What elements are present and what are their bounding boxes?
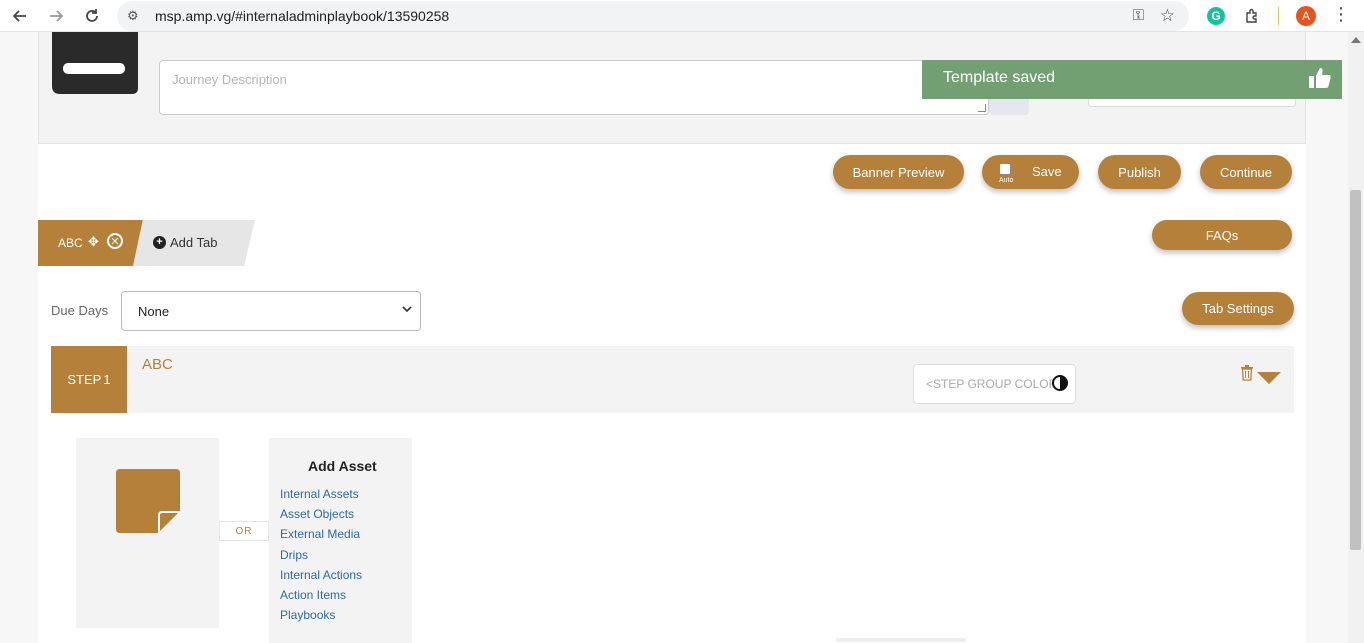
- add-asset-heading: Add Asset: [308, 458, 377, 474]
- caret-down-icon[interactable]: [1257, 372, 1281, 384]
- due-days-value: None: [138, 304, 170, 319]
- chevron-down-icon: [402, 304, 412, 316]
- step-group-row: STEP 1 ABC <STEP GROUP COLOR>: [51, 346, 1294, 413]
- add-tab-button[interactable]: + Add Tab: [133, 220, 255, 266]
- asset-option-internal-assets[interactable]: Internal Assets: [280, 487, 362, 507]
- due-days-label: Due Days: [51, 303, 109, 318]
- step-badge: STEP 1: [51, 346, 127, 413]
- scroll-up-arrow-icon[interactable]: [1351, 37, 1361, 43]
- browser-toolbar: ⚙ msp.amp.vg/#internaladminplaybook/1359…: [0, 0, 1364, 32]
- continue-button[interactable]: Continue: [1200, 155, 1292, 189]
- step-label: STEP: [67, 372, 102, 387]
- template-saved-toast: Template saved: [922, 60, 1342, 99]
- or-divider: OR: [219, 521, 269, 541]
- extensions-puzzle-icon[interactable]: [1241, 5, 1263, 27]
- thumbs-up-icon: [1309, 68, 1331, 88]
- asset-option-internal-actions[interactable]: Internal Actions: [280, 568, 362, 588]
- asset-option-playbooks[interactable]: Playbooks: [280, 608, 362, 628]
- step-number: 1: [103, 372, 111, 387]
- toast-message: Template saved: [943, 69, 1056, 86]
- journey-book-icon: [52, 32, 138, 94]
- site-settings-icon[interactable]: ⚙: [127, 8, 143, 24]
- asset-drop-tile[interactable]: [76, 438, 219, 628]
- save-button[interactable]: Auto Save: [982, 155, 1079, 189]
- left-gutter: [0, 32, 38, 643]
- asset-option-action-items[interactable]: Action Items: [280, 588, 362, 608]
- asset-option-drips[interactable]: Drips: [280, 548, 362, 568]
- bottom-partial-element: [836, 638, 966, 642]
- address-bar[interactable]: ⚙ msp.amp.vg/#internaladminplaybook/1359…: [117, 1, 1189, 31]
- auto-save-label: Auto: [999, 177, 1014, 184]
- tab-settings-button[interactable]: Tab Settings: [1182, 292, 1294, 325]
- save-label: Save: [1032, 164, 1062, 179]
- due-days-select[interactable]: None: [121, 291, 421, 331]
- key-icon[interactable]: ⚿: [1133, 7, 1144, 24]
- browser-menu-icon[interactable]: ⋮: [1332, 4, 1350, 25]
- add-asset-options: Internal Assets Asset Objects External M…: [280, 487, 362, 628]
- bookmark-star-icon[interactable]: ☆: [1160, 6, 1175, 26]
- reload-icon[interactable]: [80, 4, 104, 28]
- back-icon[interactable]: [8, 4, 32, 28]
- forward-icon[interactable]: [44, 4, 68, 28]
- page-content: Journey Description Template saved Banne…: [0, 32, 1348, 643]
- plus-circle-icon: +: [153, 236, 166, 249]
- right-gutter: [1306, 32, 1348, 643]
- asset-option-asset-objects[interactable]: Asset Objects: [280, 507, 362, 527]
- add-asset-panel: Add Asset Internal Assets Asset Objects …: [269, 438, 412, 643]
- grammarly-extension-icon[interactable]: G: [1205, 5, 1227, 27]
- journey-description-input[interactable]: Journey Description: [159, 60, 989, 115]
- publish-button[interactable]: Publish: [1098, 155, 1181, 189]
- add-tab-label: Add Tab: [170, 235, 218, 250]
- url-text[interactable]: msp.amp.vg/#internaladminplaybook/135902…: [155, 8, 449, 24]
- step-group-color-placeholder: <STEP GROUP COLOR>: [926, 377, 1065, 391]
- tab-label: ABC: [58, 236, 83, 250]
- expand-arrows-icon[interactable]: ✥: [88, 234, 99, 250]
- toolbar-divider: [1278, 7, 1279, 25]
- faqs-button[interactable]: FAQs: [1152, 220, 1292, 250]
- journey-description-placeholder: Journey Description: [172, 72, 287, 87]
- asset-option-external-media[interactable]: External Media: [280, 527, 362, 547]
- page-scrollbar[interactable]: [1348, 32, 1364, 643]
- scrollbar-thumb[interactable]: [1350, 190, 1361, 550]
- banner-preview-button[interactable]: Banner Preview: [833, 155, 964, 189]
- profile-avatar[interactable]: A: [1296, 6, 1316, 26]
- color-contrast-icon[interactable]: [1052, 375, 1068, 391]
- sticky-note-icon: [116, 469, 180, 533]
- auto-save-checkbox[interactable]: [999, 163, 1011, 175]
- resize-handle-icon[interactable]: [978, 104, 986, 112]
- tab-abc[interactable]: ABC ✥ ✕: [38, 220, 146, 266]
- trash-icon[interactable]: [1240, 365, 1254, 381]
- close-tab-icon[interactable]: ✕: [107, 233, 123, 249]
- step-title[interactable]: ABC: [142, 356, 173, 373]
